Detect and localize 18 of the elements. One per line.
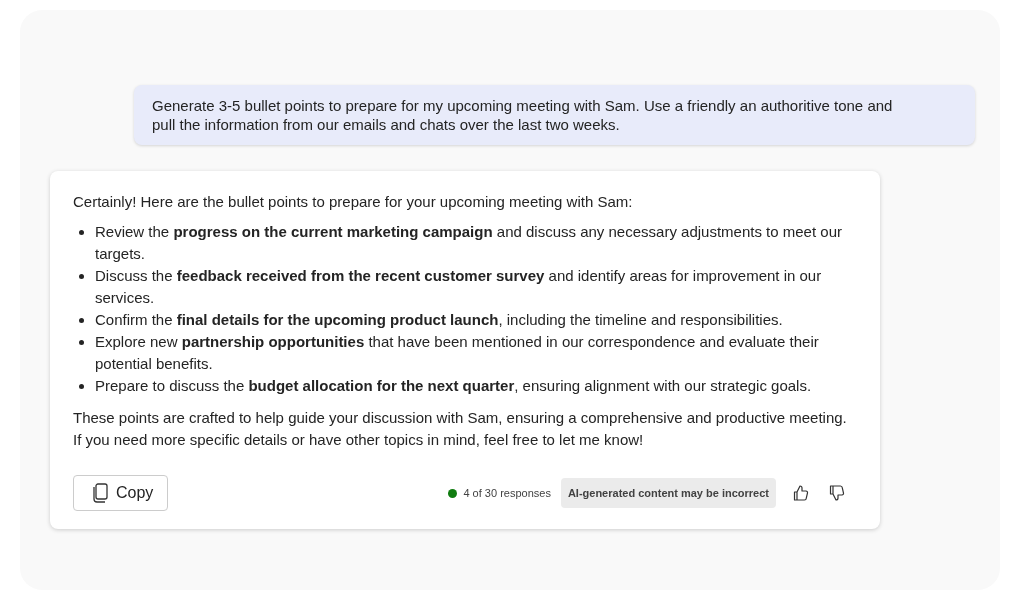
- bullet-text: Explore new partnership opportunities that have been mentioned in our correspondence and evaluate their potential benefits.: [95, 332, 820, 374]
- bullet-text: Confirm the final details for the upcoming product launch, including the timeline and responsibilities.: [95, 310, 784, 330]
- copy-button[interactable]: Copy: [73, 475, 169, 511]
- disclaimer-badge: AI-generated content may be incorrect: [560, 478, 776, 508]
- copy-icon: [92, 483, 108, 503]
- response-count: 4 of 30 responses: [463, 486, 551, 501]
- bullet-icon: [79, 274, 84, 279]
- bullet-text: Review the progress on the current marketing campaign and discuss any necessary adjustments to meet our targets.: [95, 222, 843, 264]
- bullet-icon: [79, 318, 84, 323]
- prompt-text: Generate 3-5 bullet points to prepare for my upcoming meeting with Sam. Use a friendly an authoritive tone and pull the information from our emails and chats over the last two weeks.: [152, 97, 893, 133]
- bullet-text: Discuss the feedback received from the recent customer survey and identify areas for improvement in our services.: [95, 266, 823, 308]
- bullet-icon: [79, 230, 84, 235]
- response-intro: Certainly! Here are the bullet points to prepare for your upcoming meeting with Sam:: [73, 192, 634, 212]
- status-dot: [448, 488, 458, 498]
- bullet-text: Prepare to discuss the budget allocation for the next quarter, ensuring alignment with our strategic goals.: [95, 376, 813, 396]
- response-outro: These points are crafted to help guide your discussion with Sam, ensuring a comprehensive and productive meeting. If you need more specific details or have other topics in mind, feel free to let me know!: [73, 408, 848, 450]
- bullet-icon: [79, 340, 84, 345]
- bullet-icon: [79, 384, 84, 389]
